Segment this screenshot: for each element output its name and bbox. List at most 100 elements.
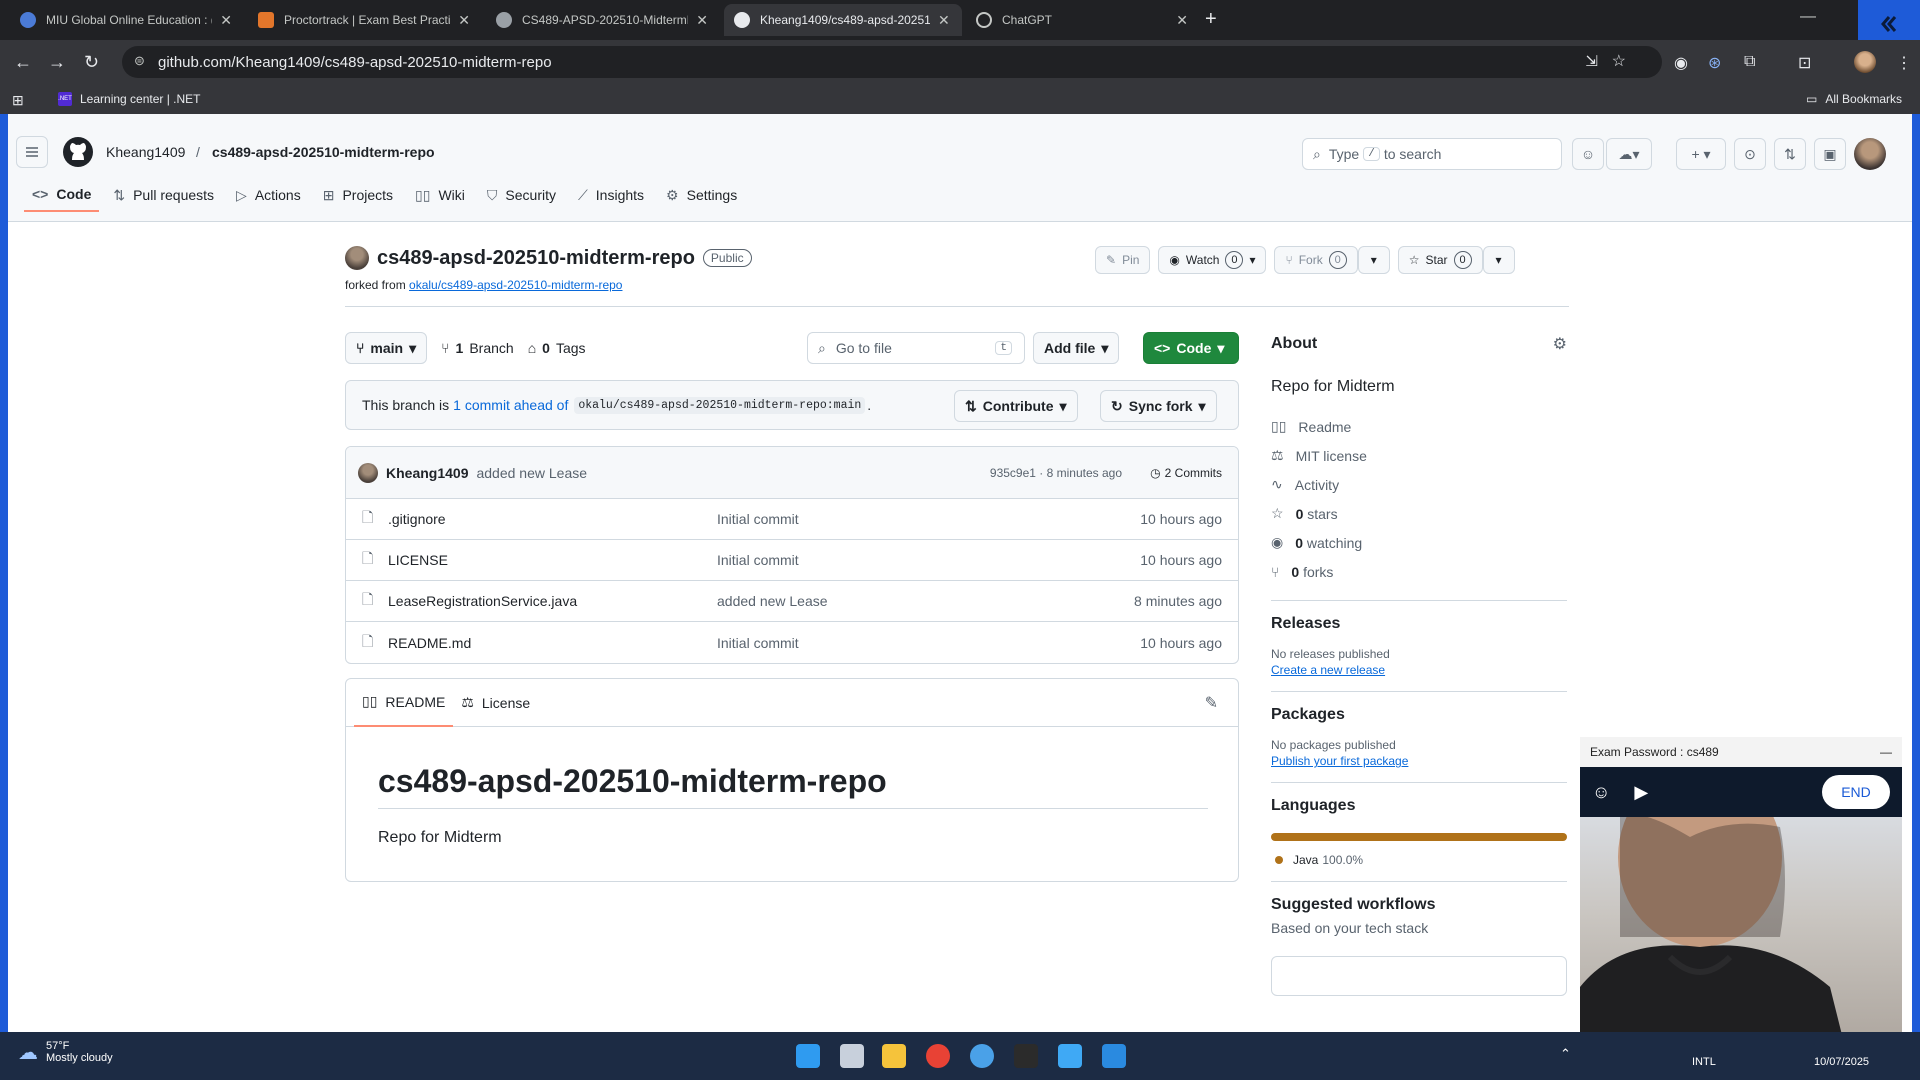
releases-title[interactable]: Releases xyxy=(1271,615,1567,633)
activity-link[interactable]: ∿ Activity xyxy=(1271,470,1567,499)
commit-author-avatar[interactable] xyxy=(358,462,378,483)
fork-dropdown-button[interactable]: ▾ xyxy=(1357,246,1390,274)
terminal-icon[interactable] xyxy=(1014,1044,1038,1068)
forks-link[interactable]: ⑂ 0 forks xyxy=(1271,557,1567,586)
bookmark-learning-center[interactable]: .NET Learning center | .NET xyxy=(58,92,201,106)
search-input[interactable]: ⌕ Type / to search xyxy=(1302,138,1562,170)
file-name[interactable]: README.md xyxy=(388,635,471,651)
issues-button[interactable]: ⊙ xyxy=(1734,138,1766,170)
table-row[interactable]: 🗋 .gitignore Initial commit 10 hours ago xyxy=(346,499,1238,540)
extensions-icon[interactable]: ⧉ xyxy=(1744,53,1755,71)
back-arrow-icon[interactable]: ← xyxy=(14,52,32,73)
video-camera-icon[interactable]: ▶ xyxy=(1634,782,1648,803)
file-name[interactable]: .gitignore xyxy=(388,511,446,527)
table-row[interactable]: 🗋 LeaseRegistrationService.java added ne… xyxy=(346,581,1238,622)
chrome-icon[interactable] xyxy=(926,1044,950,1068)
browser-tab[interactable]: MIU Global Online Education : ( ✕ xyxy=(10,4,242,36)
new-tab-button[interactable]: + xyxy=(1205,8,1217,31)
browser-tab[interactable]: CS489-APSD-202510-MidtermE ✕ xyxy=(486,4,718,36)
weather-widget[interactable]: ☁ 57°F Mostly cloudy xyxy=(18,1040,113,1065)
publish-package-link[interactable]: Publish your first package xyxy=(1271,754,1408,768)
site-info-icon[interactable]: ⊜ xyxy=(134,53,145,69)
star-dropdown-button[interactable]: ▾ xyxy=(1482,246,1515,274)
minimize-window-icon[interactable]: — xyxy=(1800,8,1816,26)
file-commit-message[interactable]: Initial commit xyxy=(717,635,799,651)
chevron-up-icon[interactable]: ⌃ xyxy=(1560,1046,1571,1062)
user-avatar[interactable] xyxy=(1854,138,1886,170)
edit-pencil-icon[interactable]: ✎ xyxy=(1205,693,1218,713)
language-item[interactable]: Java 100.0% xyxy=(1271,853,1567,867)
vscode-icon[interactable] xyxy=(1102,1044,1126,1068)
add-file-button[interactable]: Add file ▾ xyxy=(1033,332,1120,364)
proctor-app-icon[interactable] xyxy=(970,1044,994,1068)
tab-readme[interactable]: ▯▯ README xyxy=(354,679,454,727)
tab-insights[interactable]: ⟋ Insights xyxy=(570,178,652,212)
reload-icon[interactable]: ↻ xyxy=(84,52,99,73)
tab-code[interactable]: <> Code xyxy=(24,178,100,212)
watching-link[interactable]: ◉ 0 watching xyxy=(1271,528,1567,557)
license-link[interactable]: ⚖ MIT license xyxy=(1271,441,1567,470)
browser-tab-active[interactable]: Kheang1409/cs489-apsd-20251( ✕ xyxy=(724,4,962,36)
bookmark-star-icon[interactable]: ☆ xyxy=(1612,51,1626,71)
tab-pull-requests[interactable]: ⇅ Pull requests xyxy=(105,178,222,212)
all-bookmarks[interactable]: ▭ All Bookmarks xyxy=(1806,92,1902,106)
copilot-button[interactable]: ☺ xyxy=(1572,138,1604,170)
inbox-button[interactable]: ▣ xyxy=(1814,138,1846,170)
close-tab-icon[interactable]: ✕ xyxy=(696,12,708,29)
tab-search-icon[interactable]: ⊡ xyxy=(1798,53,1811,73)
branches-link[interactable]: ⑂ 1 Branch xyxy=(441,340,514,356)
go-to-file-input[interactable]: ⌕ Go to file t xyxy=(807,332,1025,364)
forward-arrow-icon[interactable]: → xyxy=(48,52,66,73)
tab-actions[interactable]: ▷ Actions xyxy=(228,178,309,212)
camera-extension-icon[interactable]: ◉ xyxy=(1674,53,1688,73)
pin-button[interactable]: ✎ Pin xyxy=(1095,246,1151,274)
file-commit-message[interactable]: Initial commit xyxy=(717,511,799,527)
task-view-icon[interactable] xyxy=(840,1044,864,1068)
readme-link[interactable]: ▯▯ Readme xyxy=(1271,412,1567,441)
tab-settings[interactable]: ⚙ Settings xyxy=(658,178,745,212)
tags-link[interactable]: ⌂ 0 Tags xyxy=(528,340,586,356)
watch-button[interactable]: ◉ Watch 0 ▾ xyxy=(1158,246,1267,274)
code-dropdown-button[interactable]: <> Code ▾ xyxy=(1143,332,1239,364)
address-bar[interactable]: ⊜ github.com/Kheang1409/cs489-apsd-20251… xyxy=(122,46,1662,78)
file-commit-message[interactable]: Initial commit xyxy=(717,552,799,568)
github-logo-icon[interactable] xyxy=(62,136,94,168)
breadcrumb-repo[interactable]: cs489-apsd-202510-midterm-repo xyxy=(212,144,435,160)
branch-select-button[interactable]: ⑂ main ▾ xyxy=(345,332,428,364)
pull-requests-button[interactable]: ⇅ xyxy=(1774,138,1806,170)
end-exam-button[interactable]: END xyxy=(1822,775,1890,809)
repo-name[interactable]: cs489-apsd-202510-midterm-repo xyxy=(377,247,695,270)
commits-link[interactable]: ◷ 2 Commits xyxy=(1150,466,1222,480)
create-new-button[interactable]: + ▾ xyxy=(1676,138,1726,170)
stars-link[interactable]: ☆ 0 stars xyxy=(1271,499,1567,528)
commit-message[interactable]: added new Lease xyxy=(476,465,587,481)
tab-projects[interactable]: ⊞ Projects xyxy=(315,178,401,212)
close-tab-icon[interactable]: ✕ xyxy=(458,12,470,29)
hamburger-menu-button[interactable] xyxy=(16,136,48,168)
store-icon[interactable] xyxy=(1058,1044,1082,1068)
table-row[interactable]: 🗋 README.md Initial commit 10 hours ago xyxy=(346,622,1238,663)
owner-avatar[interactable] xyxy=(345,246,369,270)
table-row[interactable]: 🗋 LICENSE Initial commit 10 hours ago xyxy=(346,540,1238,581)
close-tab-icon[interactable]: ✕ xyxy=(1176,12,1188,29)
create-release-link[interactable]: Create a new release xyxy=(1271,663,1385,677)
commit-author[interactable]: Kheang1409 xyxy=(386,465,468,481)
close-tab-icon[interactable]: ✕ xyxy=(938,12,950,29)
windows-start-icon[interactable] xyxy=(796,1044,820,1068)
sync-fork-button[interactable]: ↻ Sync fork ▾ xyxy=(1100,390,1217,422)
file-name[interactable]: LeaseRegistrationService.java xyxy=(388,593,577,609)
gear-icon[interactable]: ⚙ xyxy=(1553,334,1567,354)
tab-security[interactable]: ⛉ Security xyxy=(479,178,564,212)
workflow-card[interactable] xyxy=(1271,956,1567,996)
packages-title[interactable]: Packages xyxy=(1271,706,1567,724)
grammarly-icon[interactable]: ⊛ xyxy=(1708,53,1721,73)
star-button[interactable]: ☆ Star 0 xyxy=(1397,246,1483,274)
profile-avatar[interactable] xyxy=(1854,51,1876,73)
copilot-dropdown-button[interactable]: ☁▾ xyxy=(1606,138,1652,170)
commits-ahead-link[interactable]: 1 commit ahead of xyxy=(453,397,568,413)
file-commit-message[interactable]: added new Lease xyxy=(717,593,828,609)
breadcrumb-owner[interactable]: Kheang1409 xyxy=(106,144,185,160)
file-name[interactable]: LICENSE xyxy=(388,552,448,568)
system-date[interactable]: 10/07/2025 xyxy=(1814,1056,1869,1068)
person-icon[interactable]: ☺ xyxy=(1592,782,1610,803)
